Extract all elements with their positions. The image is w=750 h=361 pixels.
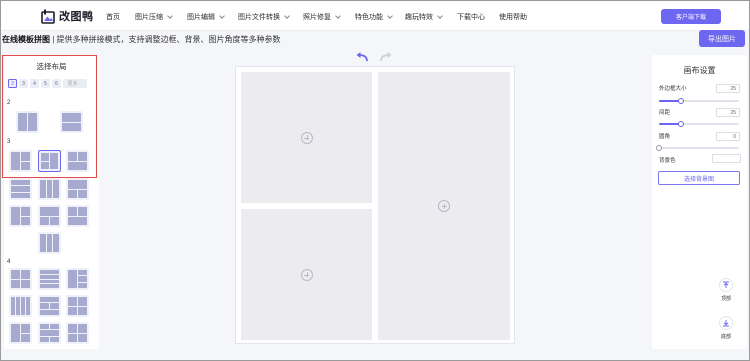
nav-item-label: 使用帮助 [499,14,527,21]
bg-color-picker[interactable] [712,154,741,163]
layout-template[interactable] [66,322,89,344]
highlight-box [2,55,97,178]
nav-item-convert[interactable]: 图片文件转换 [238,12,290,22]
page-title: 在线模板拼图 [2,35,50,44]
top-nav: 改图鸭 首页 图片压缩 图片编辑 图片文件转换 照片修复 特色功能 趣玩特效 下… [1,1,749,31]
layout-template[interactable] [38,232,61,254]
scroll-bottom-label: 底部 [720,334,731,340]
add-image-icon [300,268,313,281]
app-window: 改图鸭 首页 图片压缩 图片编辑 图片文件转换 照片修复 特色功能 趣玩特效 下… [0,0,750,361]
nav-item-label: 特色功能 [355,14,383,21]
layout-template[interactable] [66,178,89,200]
nav-item-download[interactable]: 下载中心 [457,12,485,22]
nav-item-home[interactable]: 首页 [106,12,120,22]
nav-item-label: 下载中心 [457,14,485,21]
chevron-down-icon [387,13,393,19]
layout-template[interactable] [9,178,32,200]
export-image-button[interactable]: 导出图片 [699,30,745,47]
logo[interactable]: 改图鸭 [41,8,94,24]
nav-item-help[interactable]: 使用帮助 [499,12,527,22]
image-slot[interactable] [241,72,372,203]
nav-item-edit[interactable]: 图片编辑 [187,12,225,22]
layout-template[interactable] [66,295,89,317]
spacing-input[interactable]: 25 [716,108,740,117]
brand-name: 改图鸭 [59,11,94,23]
nav-item-features[interactable]: 特色功能 [355,12,393,22]
nav-item-effects[interactable]: 趣玩特效 [405,12,443,22]
layout-template[interactable] [38,205,61,227]
corner-radius-slider[interactable] [656,144,739,151]
nav-item-label: 首页 [106,14,120,21]
corner-radius-input[interactable]: 0 [716,132,740,141]
nav-item-compress[interactable]: 图片压缩 [135,12,173,22]
add-image-icon [300,131,313,144]
nav-item-repair[interactable]: 照片修复 [303,12,341,22]
slider-handle[interactable] [678,120,685,127]
scroll-top-button[interactable]: 顶部 [712,278,740,302]
canvas-settings-title: 画布设置 [683,66,716,75]
outer-border-input[interactable]: 25 [716,84,740,93]
chevron-down-icon [219,13,225,19]
layout-template[interactable] [9,205,32,227]
scroll-top-label: 顶部 [720,296,731,302]
page-description: 提供多种拼接模式，支持调整边框、背景、图片角度等多种参数 [56,35,281,44]
spacing-slider[interactable] [659,120,739,127]
nav-item-label: 图片文件转换 [238,14,280,21]
spacing-label: 间距 [659,110,671,116]
image-slot[interactable] [378,72,510,340]
collage-canvas [235,66,515,344]
section-label-4: 4 [7,259,11,265]
choose-background-button[interactable]: 选择背景图 [658,171,740,185]
bg-color-label: 背景色 [659,158,676,164]
arrow-down-icon [719,316,733,330]
nav-item-label: 照片修复 [303,14,331,21]
layout-template[interactable] [66,268,89,290]
chevron-down-icon [167,13,173,19]
layout-template[interactable] [38,322,61,344]
logo-icon [41,9,55,24]
slider-handle[interactable] [656,144,662,151]
nav-item-label: 趣玩特效 [405,14,433,21]
nav-item-label: 图片压缩 [135,14,163,21]
outer-border-label: 外边框大小 [659,86,687,92]
layout-template[interactable] [9,295,32,317]
arrow-up-icon [719,278,733,292]
redo-icon[interactable] [379,50,393,62]
layout-template[interactable] [9,268,32,290]
slider-handle[interactable] [678,97,685,104]
corner-radius-label: 圆角 [659,134,671,140]
page-subtitle: 在线模板拼图 | 提供多种拼接模式，支持调整边框、背景、图片角度等多种参数 [2,34,281,45]
chevron-down-icon [284,13,290,19]
canvas-settings-panel: 画布设置 外边框大小 25 间距 25 圆角 0 背景色 选择背景图 [652,55,747,349]
nav-item-label: 图片编辑 [187,14,215,21]
outer-border-slider[interactable] [659,97,739,104]
image-slot[interactable] [241,209,372,340]
chevron-down-icon [335,13,341,19]
layout-template[interactable] [38,295,61,317]
undo-icon[interactable] [355,50,369,62]
layout-template[interactable] [38,268,61,290]
chevron-down-icon [437,13,443,19]
layout-template[interactable] [38,178,61,200]
add-image-icon [438,200,450,212]
layout-template[interactable] [66,205,89,227]
client-download-button[interactable]: 客户端下载 [661,9,721,24]
layout-template[interactable] [9,322,32,344]
scroll-bottom-button[interactable]: 底部 [712,316,740,340]
